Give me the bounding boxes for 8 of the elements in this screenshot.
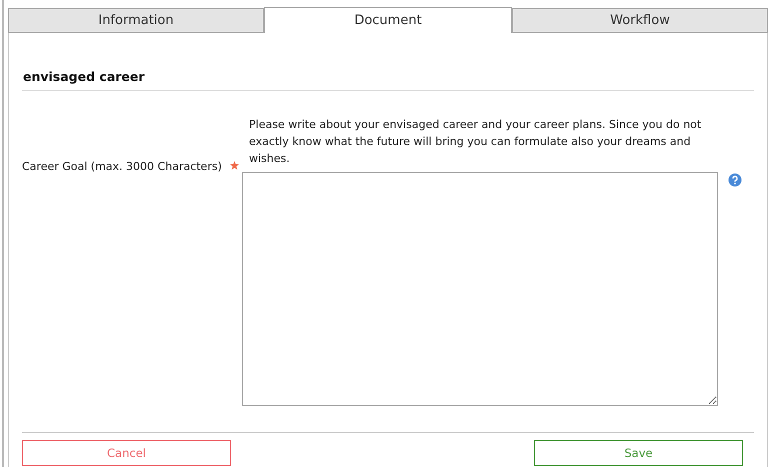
- field-hint: Please write about your envisaged career and your career plans. Since you do not exactly know what the future will bring you can formulate also your dreams and wishes.: [248, 117, 702, 167]
- section-title: envisaged career: [22, 69, 754, 91]
- help-icon[interactable]: [728, 173, 742, 187]
- tab[interactable]: Information: [8, 8, 264, 33]
- field-label: Career Goal (max. 3000 Characters): [22, 160, 222, 173]
- tab[interactable]: Document: [264, 7, 512, 33]
- tab[interactable]: Workflow: [512, 8, 768, 33]
- save-button[interactable]: Save: [534, 440, 743, 466]
